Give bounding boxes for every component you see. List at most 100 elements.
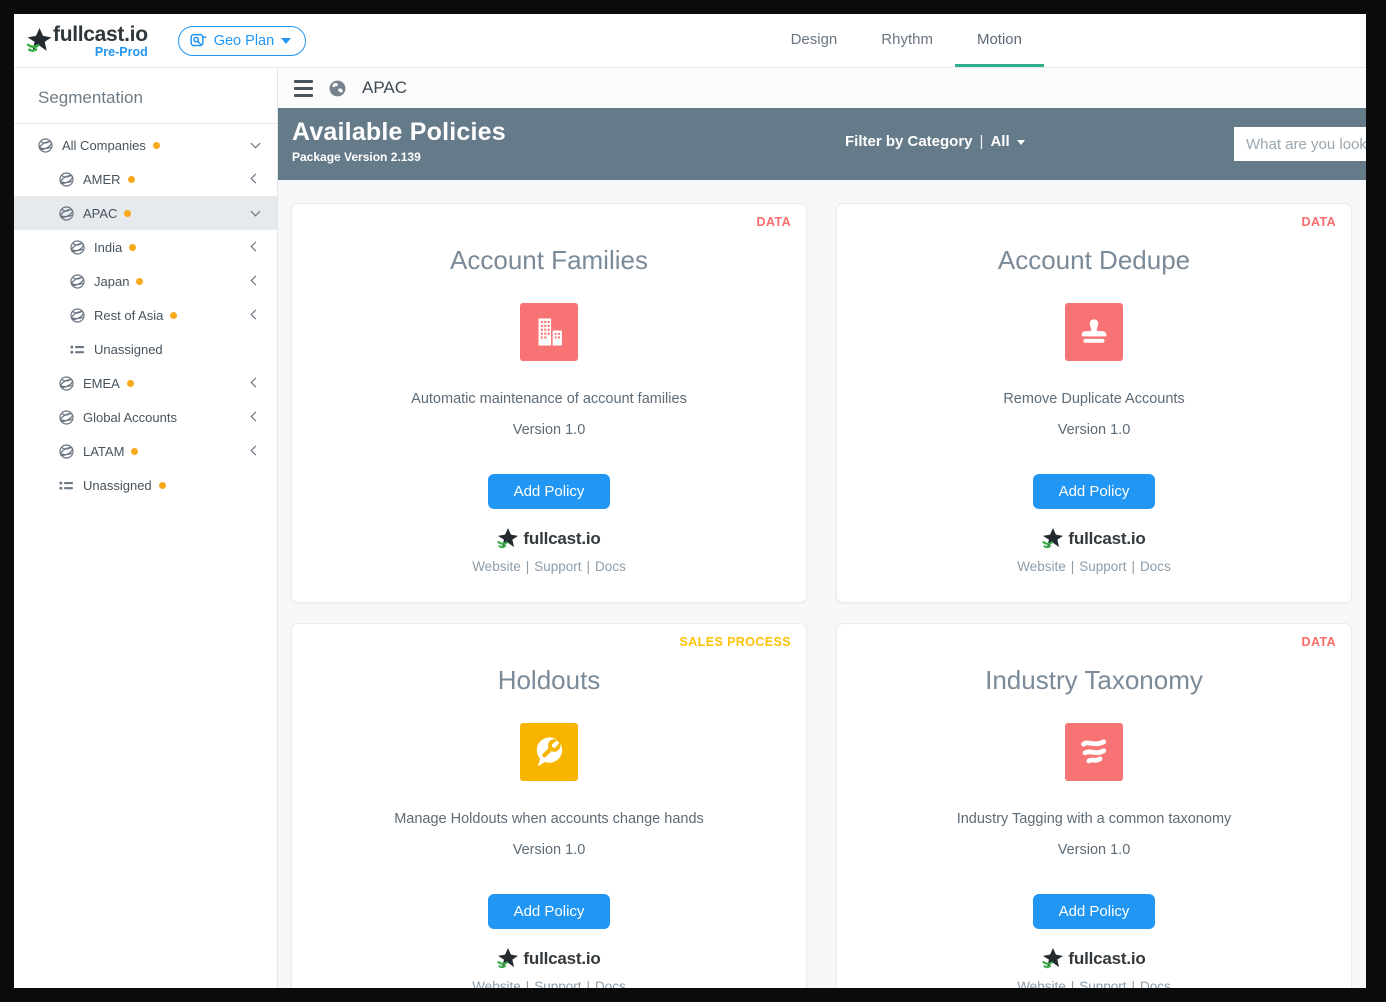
geo-plan-selector[interactable]: Geo Plan (177, 25, 307, 56)
chevron-down-icon[interactable] (250, 138, 261, 149)
globe-icon (58, 205, 75, 222)
chevron-down-icon (1016, 140, 1025, 145)
chevron-left-icon[interactable] (250, 173, 261, 184)
geo-plan-label: Geo Plan (213, 32, 275, 49)
vendor-logo: fullcast.io (497, 528, 601, 549)
docs-link[interactable]: Docs (1140, 979, 1171, 988)
globe-icon (58, 443, 75, 460)
chevron-left-icon[interactable] (250, 241, 261, 252)
tree-item-unassigned-apac[interactable]: Unassigned (14, 332, 277, 366)
chevron-down-icon[interactable] (250, 206, 261, 217)
policy-card-industry-taxonomy: DATA Industry Taxonomy Industry Tagging … (836, 623, 1352, 988)
screenshot-frame: fullcast.io Pre-Prod Geo Plan Design Rhy… (0, 0, 1386, 1002)
vendor-logo: fullcast.io (497, 948, 601, 969)
globe-icon (69, 239, 86, 256)
environment-badge: Pre-Prod (94, 44, 148, 59)
category-badge: DATA (1301, 215, 1336, 229)
tab-rhythm[interactable]: Rhythm (859, 14, 955, 67)
status-dot (131, 447, 139, 455)
website-link[interactable]: Website (1017, 979, 1066, 988)
available-policies-header: Available Policies Package Version 2.139… (278, 108, 1366, 180)
segment-tree: All Companies AMER APAC India Japan Rest… (14, 124, 277, 502)
tree-item-global-accounts[interactable]: Global Accounts (14, 400, 277, 434)
chevron-down-icon (281, 38, 292, 44)
globe-icon (58, 409, 75, 426)
support-link[interactable]: Support (1079, 559, 1126, 574)
support-link[interactable]: Support (534, 979, 581, 988)
status-dot (152, 141, 160, 149)
chevron-left-icon[interactable] (250, 275, 261, 286)
add-policy-button[interactable]: Add Policy (1032, 474, 1156, 509)
tree-item-apac[interactable]: APAC (14, 196, 277, 230)
list-icon (69, 341, 86, 358)
category-badge: SALES PROCESS (679, 635, 791, 649)
status-dot (158, 481, 166, 489)
tree-item-amer[interactable]: AMER (14, 162, 277, 196)
policy-title: Holdouts (497, 665, 601, 695)
chevron-left-icon[interactable] (250, 445, 261, 456)
tree-item-emea[interactable]: EMEA (14, 366, 277, 400)
search-input[interactable] (1234, 127, 1366, 161)
chevron-left-icon[interactable] (250, 377, 261, 388)
menu-icon[interactable] (294, 79, 313, 97)
support-link[interactable]: Support (1079, 979, 1126, 988)
tree-item-all-companies[interactable]: All Companies (14, 128, 277, 162)
tab-design[interactable]: Design (769, 14, 860, 67)
add-policy-button[interactable]: Add Policy (487, 894, 611, 929)
chevron-left-icon[interactable] (250, 309, 261, 320)
globe-icon (69, 273, 86, 290)
tree-item-unassigned-root[interactable]: Unassigned (14, 468, 277, 502)
package-version: Package Version 2.139 (292, 150, 421, 164)
policy-card-account-families: DATA Account Families Automatic maintena… (291, 203, 807, 603)
support-link[interactable]: Support (534, 559, 581, 574)
category-filter[interactable]: Filter by Category | All (845, 133, 1025, 150)
chat-wrench-icon (520, 723, 578, 781)
policy-version: Version 1.0 (1057, 842, 1131, 858)
policy-title: Industry Taxonomy (985, 665, 1203, 695)
globe-icon (37, 137, 54, 154)
tree-item-latam[interactable]: LATAM (14, 434, 277, 468)
policy-description: Automatic maintenance of account familie… (411, 391, 687, 407)
vendor-logo: fullcast.io (1042, 528, 1146, 549)
policy-title: Account Dedupe (997, 245, 1191, 275)
buildings-icon (520, 303, 578, 361)
segmentation-sidebar: Segmentation All Companies AMER APAC Ind… (14, 68, 278, 988)
add-policy-button[interactable]: Add Policy (487, 474, 611, 509)
status-dot (124, 209, 132, 217)
brand-logo[interactable]: fullcast.io Pre-Prod (26, 14, 148, 67)
docs-link[interactable]: Docs (595, 559, 626, 574)
website-link[interactable]: Website (472, 979, 521, 988)
category-badge: DATA (1301, 635, 1336, 649)
filter-value: All (990, 133, 1010, 150)
status-dot (129, 243, 137, 251)
policy-version: Version 1.0 (512, 842, 586, 858)
website-link[interactable]: Website (472, 559, 521, 574)
policy-card-account-dedupe: DATA Account Dedupe Remove Duplicate Acc… (836, 203, 1352, 603)
geo-plan-icon (190, 33, 207, 47)
tab-motion[interactable]: Motion (954, 14, 1044, 67)
page-title: Available Policies (292, 118, 506, 146)
main-panel: APAC Available Policies Package Version … (278, 68, 1366, 988)
fullcast-star-icon (497, 528, 520, 549)
chevron-left-icon[interactable] (250, 411, 261, 422)
website-link[interactable]: Website (1017, 559, 1066, 574)
vendor-logo: fullcast.io (1042, 948, 1146, 969)
tree-item-india[interactable]: India (14, 230, 277, 264)
tree-item-rest-of-asia[interactable]: Rest of Asia (14, 298, 277, 332)
top-navigation: Design Rhythm Motion (769, 14, 1044, 67)
breadcrumb: APAC (362, 78, 408, 97)
top-bar: fullcast.io Pre-Prod Geo Plan Design Rhy… (14, 14, 1366, 68)
policy-card-grid: DATA Account Families Automatic maintena… (278, 180, 1366, 988)
filter-label: Filter by Category (845, 133, 973, 150)
docs-link[interactable]: Docs (1140, 559, 1171, 574)
status-dot (127, 175, 135, 183)
globe-icon (58, 171, 75, 188)
add-policy-button[interactable]: Add Policy (1032, 894, 1156, 929)
tree-item-japan[interactable]: Japan (14, 264, 277, 298)
status-dot (136, 277, 144, 285)
docs-link[interactable]: Docs (595, 979, 626, 988)
fullcast-star-icon (1042, 948, 1065, 969)
card-footer-links: Website | Support | Docs (1017, 979, 1171, 988)
breadcrumb-bar: APAC (278, 68, 1366, 108)
waves-icon (1065, 723, 1123, 781)
